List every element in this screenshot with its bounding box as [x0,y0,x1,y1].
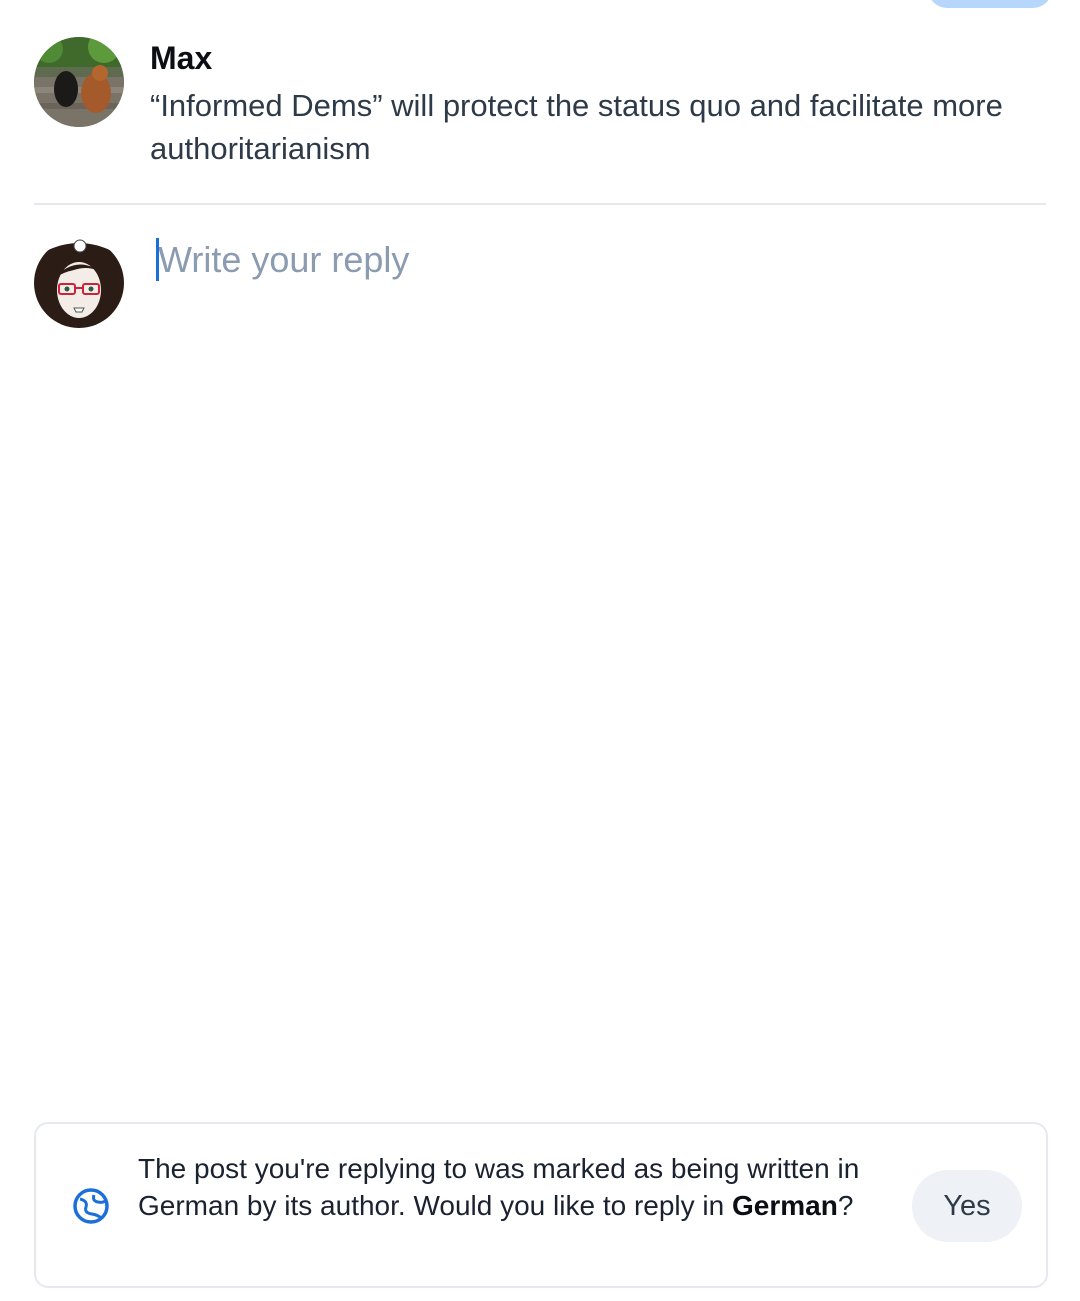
reply-input[interactable] [150,234,1048,1074]
parent-post-text: “Informed Dems” will protect the status … [150,88,1003,166]
post-button-partial[interactable] [928,0,1052,8]
divider [34,203,1046,205]
language-prompt-text: The post you're replying to was marked a… [138,1150,908,1224]
text-caret [156,238,159,281]
language-name: German [732,1190,838,1221]
parent-author-name: Max [150,40,213,76]
user-avatar[interactable] [34,238,124,328]
parent-author-avatar[interactable] [34,37,124,127]
globe-icon [73,1188,109,1224]
language-prompt-suffix: ? [837,1190,854,1221]
reply-language-prompt: The post you're replying to was marked a… [34,1122,1048,1288]
yes-button[interactable]: Yes [912,1170,1022,1242]
